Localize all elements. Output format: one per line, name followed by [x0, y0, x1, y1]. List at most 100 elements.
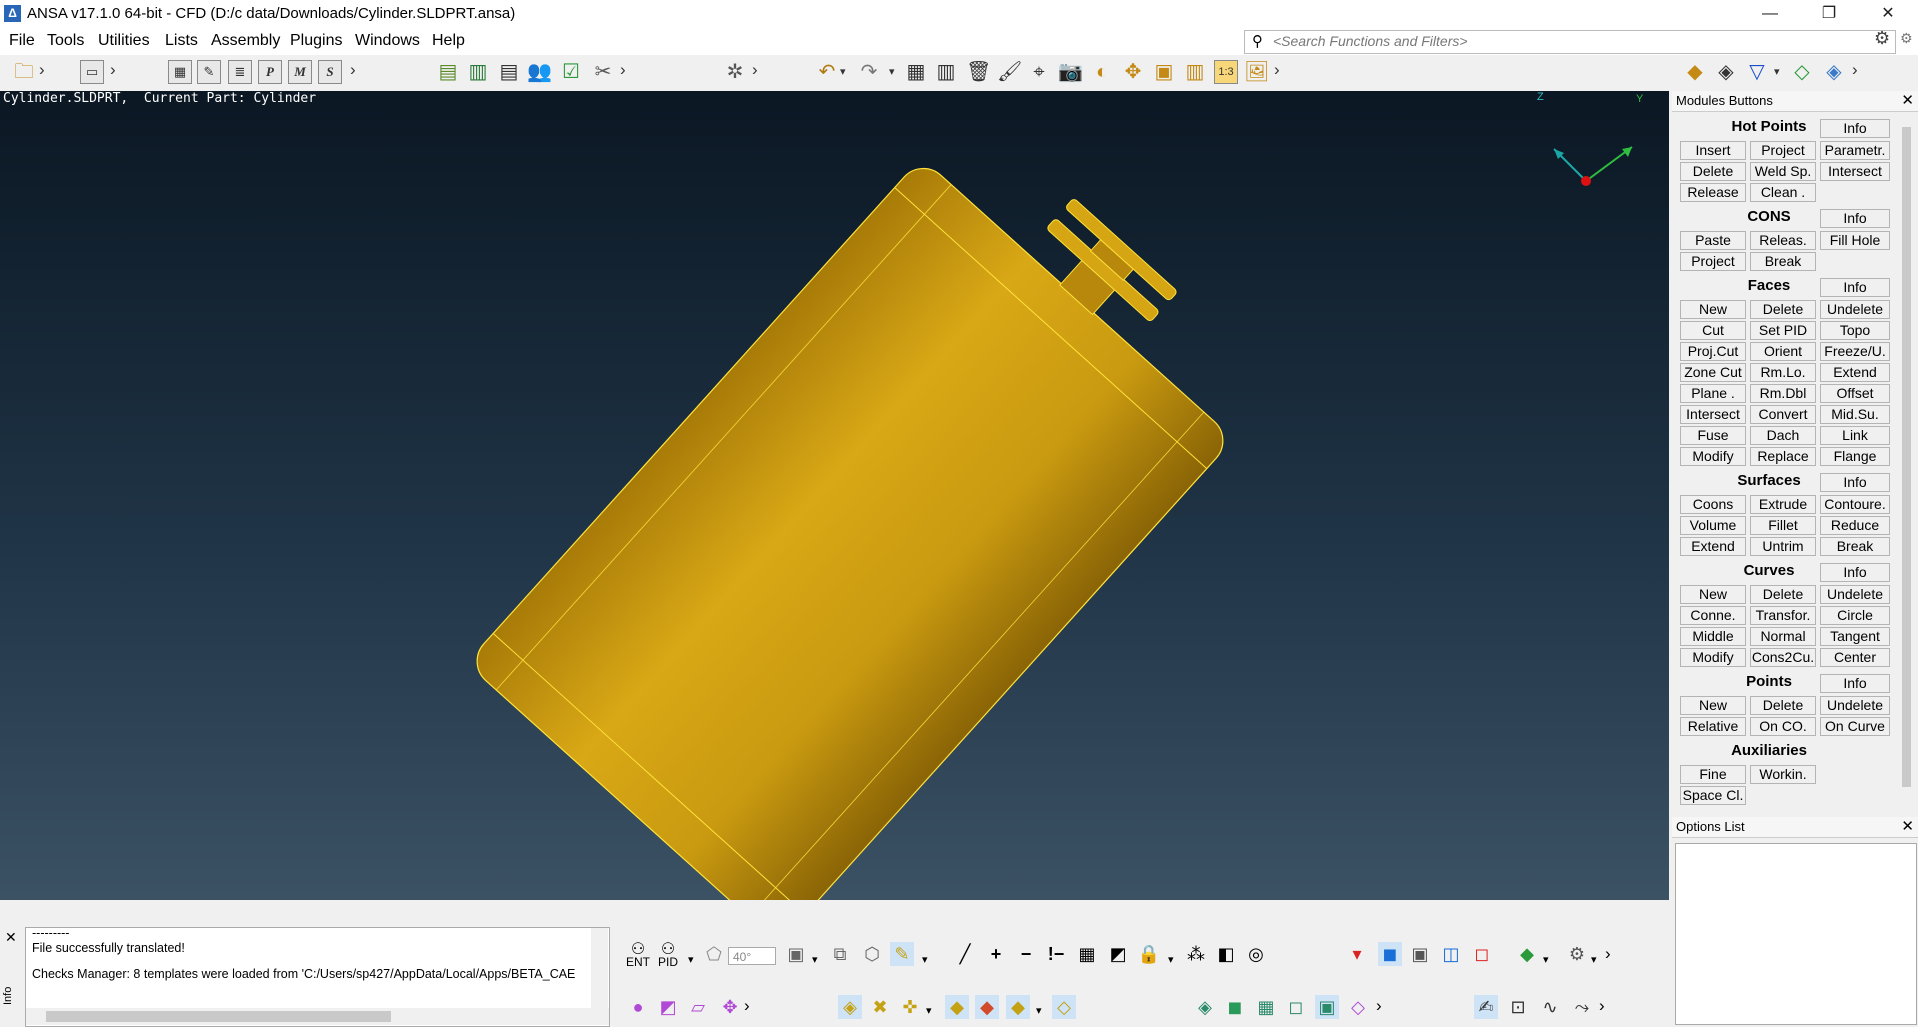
module-button[interactable]: Convert	[1750, 405, 1816, 424]
module-button[interactable]: Replace	[1750, 447, 1816, 466]
module-button[interactable]: New	[1680, 696, 1746, 715]
settings-gear-icon[interactable]: ⚙	[1874, 28, 1890, 49]
crosshair-icon[interactable]: ⌖	[1027, 60, 1051, 84]
info-button[interactable]: Info	[1820, 209, 1890, 228]
move-points-icon[interactable]: ✥	[718, 995, 742, 1019]
module-button[interactable]: Delete	[1750, 585, 1816, 604]
camera-icon[interactable]: 📷	[1058, 60, 1083, 84]
menu-lists[interactable]: Lists	[165, 32, 198, 50]
section-title[interactable]: Faces	[1714, 277, 1824, 294]
shaded-cube-icon[interactable]: ◼	[1378, 942, 1402, 966]
menu-windows[interactable]: Windows	[355, 32, 420, 50]
module-button[interactable]: Weld Sp.	[1750, 162, 1816, 181]
grid-view-icon[interactable]: ▦	[168, 60, 192, 84]
move-icon[interactable]: ✥	[1121, 60, 1145, 84]
gear-cube-icon[interactable]: ⚙	[1565, 942, 1589, 966]
menu-plugins[interactable]: Plugins	[290, 32, 342, 50]
pid-color-icon[interactable]: ▾	[1345, 942, 1369, 966]
menu-assembly[interactable]: Assembly	[211, 32, 280, 50]
chevron-right-icon[interactable]: ›	[620, 60, 626, 80]
undo-icon[interactable]: ↶	[815, 60, 839, 84]
dropdown-arrow-icon[interactable]: ▾	[1168, 953, 1174, 966]
module-button[interactable]: Flange	[1820, 447, 1890, 466]
panel-gear-icon[interactable]: ⚙	[1900, 30, 1913, 47]
info-button[interactable]: Info	[1820, 563, 1890, 582]
module-button[interactable]: Transfor.	[1750, 606, 1816, 625]
options-close-icon[interactable]: ✕	[1901, 817, 1914, 835]
module-button[interactable]: Normal	[1750, 627, 1816, 646]
brush-icon[interactable]: 🖌	[997, 60, 1022, 84]
copy-icon[interactable]: ▥	[466, 60, 490, 84]
network-icon[interactable]: ⁂	[1184, 942, 1208, 966]
highlight-icon[interactable]: ✎	[890, 942, 914, 966]
log-hscrollbar[interactable]	[26, 1008, 609, 1025]
solid-grid-icon[interactable]: ▦	[1254, 995, 1278, 1019]
log-vscrollbar[interactable]	[591, 928, 608, 1008]
graphics-viewport[interactable]: Cylinder.SLDPRT, Current Part: Cylinder	[0, 91, 1669, 900]
module-button[interactable]: Volume	[1680, 516, 1746, 535]
section-title[interactable]: Curves	[1714, 562, 1824, 579]
select-points-icon[interactable]: ✜	[898, 995, 922, 1019]
frame-icon[interactable]: ▣	[784, 942, 808, 966]
face-hatch-icon[interactable]: ◇	[1052, 995, 1076, 1019]
module-button[interactable]: Undelete	[1820, 300, 1890, 319]
module-button[interactable]: New	[1680, 585, 1746, 604]
module-button[interactable]: Delete	[1680, 162, 1746, 181]
shape-icon[interactable]: ⬡	[860, 942, 884, 966]
point-box-icon[interactable]: ⊡	[1506, 995, 1530, 1019]
module-button[interactable]: Delete	[1750, 696, 1816, 715]
ruler-icon[interactable]: ▥	[1183, 60, 1207, 84]
target-icon[interactable]: ◎	[1244, 942, 1268, 966]
info-button[interactable]: Info	[1820, 278, 1890, 297]
module-button[interactable]: Fuse	[1680, 426, 1746, 445]
module-button[interactable]: Workin.	[1750, 765, 1816, 784]
grid-icon[interactable]: ▦	[1075, 942, 1099, 966]
module-button[interactable]: Fillet	[1750, 516, 1816, 535]
face-green-icon[interactable]: ◆	[945, 995, 969, 1019]
module-button[interactable]: Orient	[1750, 342, 1816, 361]
module-button[interactable]: Link	[1820, 426, 1890, 445]
dropdown-arrow-icon[interactable]: ▾	[812, 953, 818, 966]
check-icon[interactable]: ☑	[559, 60, 583, 84]
module-button[interactable]: Parametr.	[1820, 141, 1890, 160]
module-button[interactable]: Rm.Lo.	[1750, 363, 1816, 382]
solid-mesh-icon[interactable]: ◈	[1193, 995, 1217, 1019]
module-button[interactable]: Dach	[1750, 426, 1816, 445]
solid-green-icon[interactable]: ◼	[1223, 995, 1247, 1019]
menu-tools[interactable]: Tools	[47, 32, 84, 50]
solid-selected-icon[interactable]: ▣	[1315, 995, 1339, 1019]
module-button[interactable]: Extrude	[1750, 495, 1816, 514]
wire-cube-icon[interactable]: ▣	[1408, 942, 1432, 966]
module-button[interactable]: Proj.Cut	[1680, 342, 1746, 361]
section-title[interactable]: Hot Points	[1714, 118, 1824, 135]
module-button[interactable]: Topo	[1820, 321, 1890, 340]
module-button[interactable]: Center	[1820, 648, 1890, 667]
module-button[interactable]: Extend	[1680, 537, 1746, 556]
module-button[interactable]: Reduce	[1820, 516, 1890, 535]
module-button[interactable]: Intersect	[1680, 405, 1746, 424]
image-icon[interactable]: ▣	[1152, 60, 1176, 84]
delete-icon[interactable]: 🗑	[966, 60, 991, 84]
module-button[interactable]: Relative	[1680, 717, 1746, 736]
module-button[interactable]: Break	[1820, 537, 1890, 556]
info-tab[interactable]: ✕ Info	[0, 927, 22, 1026]
info-button[interactable]: Info	[1820, 674, 1890, 693]
module-button[interactable]: Cut	[1680, 321, 1746, 340]
module-button[interactable]: Circle	[1820, 606, 1890, 625]
module-button[interactable]: Cons2Cu.	[1750, 648, 1816, 667]
line-icon[interactable]: ╱	[953, 942, 977, 966]
module-button[interactable]: Delete	[1750, 300, 1816, 319]
dropdown-arrow-icon[interactable]: ▾	[926, 1004, 932, 1017]
face-yellow-icon[interactable]: ◆	[1006, 995, 1030, 1019]
module-button[interactable]: On Curve	[1820, 717, 1890, 736]
chevron-right-icon[interactable]: ›	[1605, 944, 1611, 964]
filter-icon[interactable]: ▽	[1745, 60, 1769, 84]
dropdown-arrow-icon[interactable]: ▾	[1591, 953, 1597, 966]
table-edit-icon[interactable]: ▥	[934, 60, 958, 84]
menu-file[interactable]: File	[9, 32, 35, 50]
message-log[interactable]: --------- File successfully translated! …	[25, 927, 610, 1027]
module-button[interactable]: Extend	[1820, 363, 1890, 382]
layers-icon[interactable]: ⧉	[828, 942, 852, 966]
module-button[interactable]: Space Cl.	[1680, 786, 1746, 805]
menu-utilities[interactable]: Utilities	[98, 32, 150, 50]
